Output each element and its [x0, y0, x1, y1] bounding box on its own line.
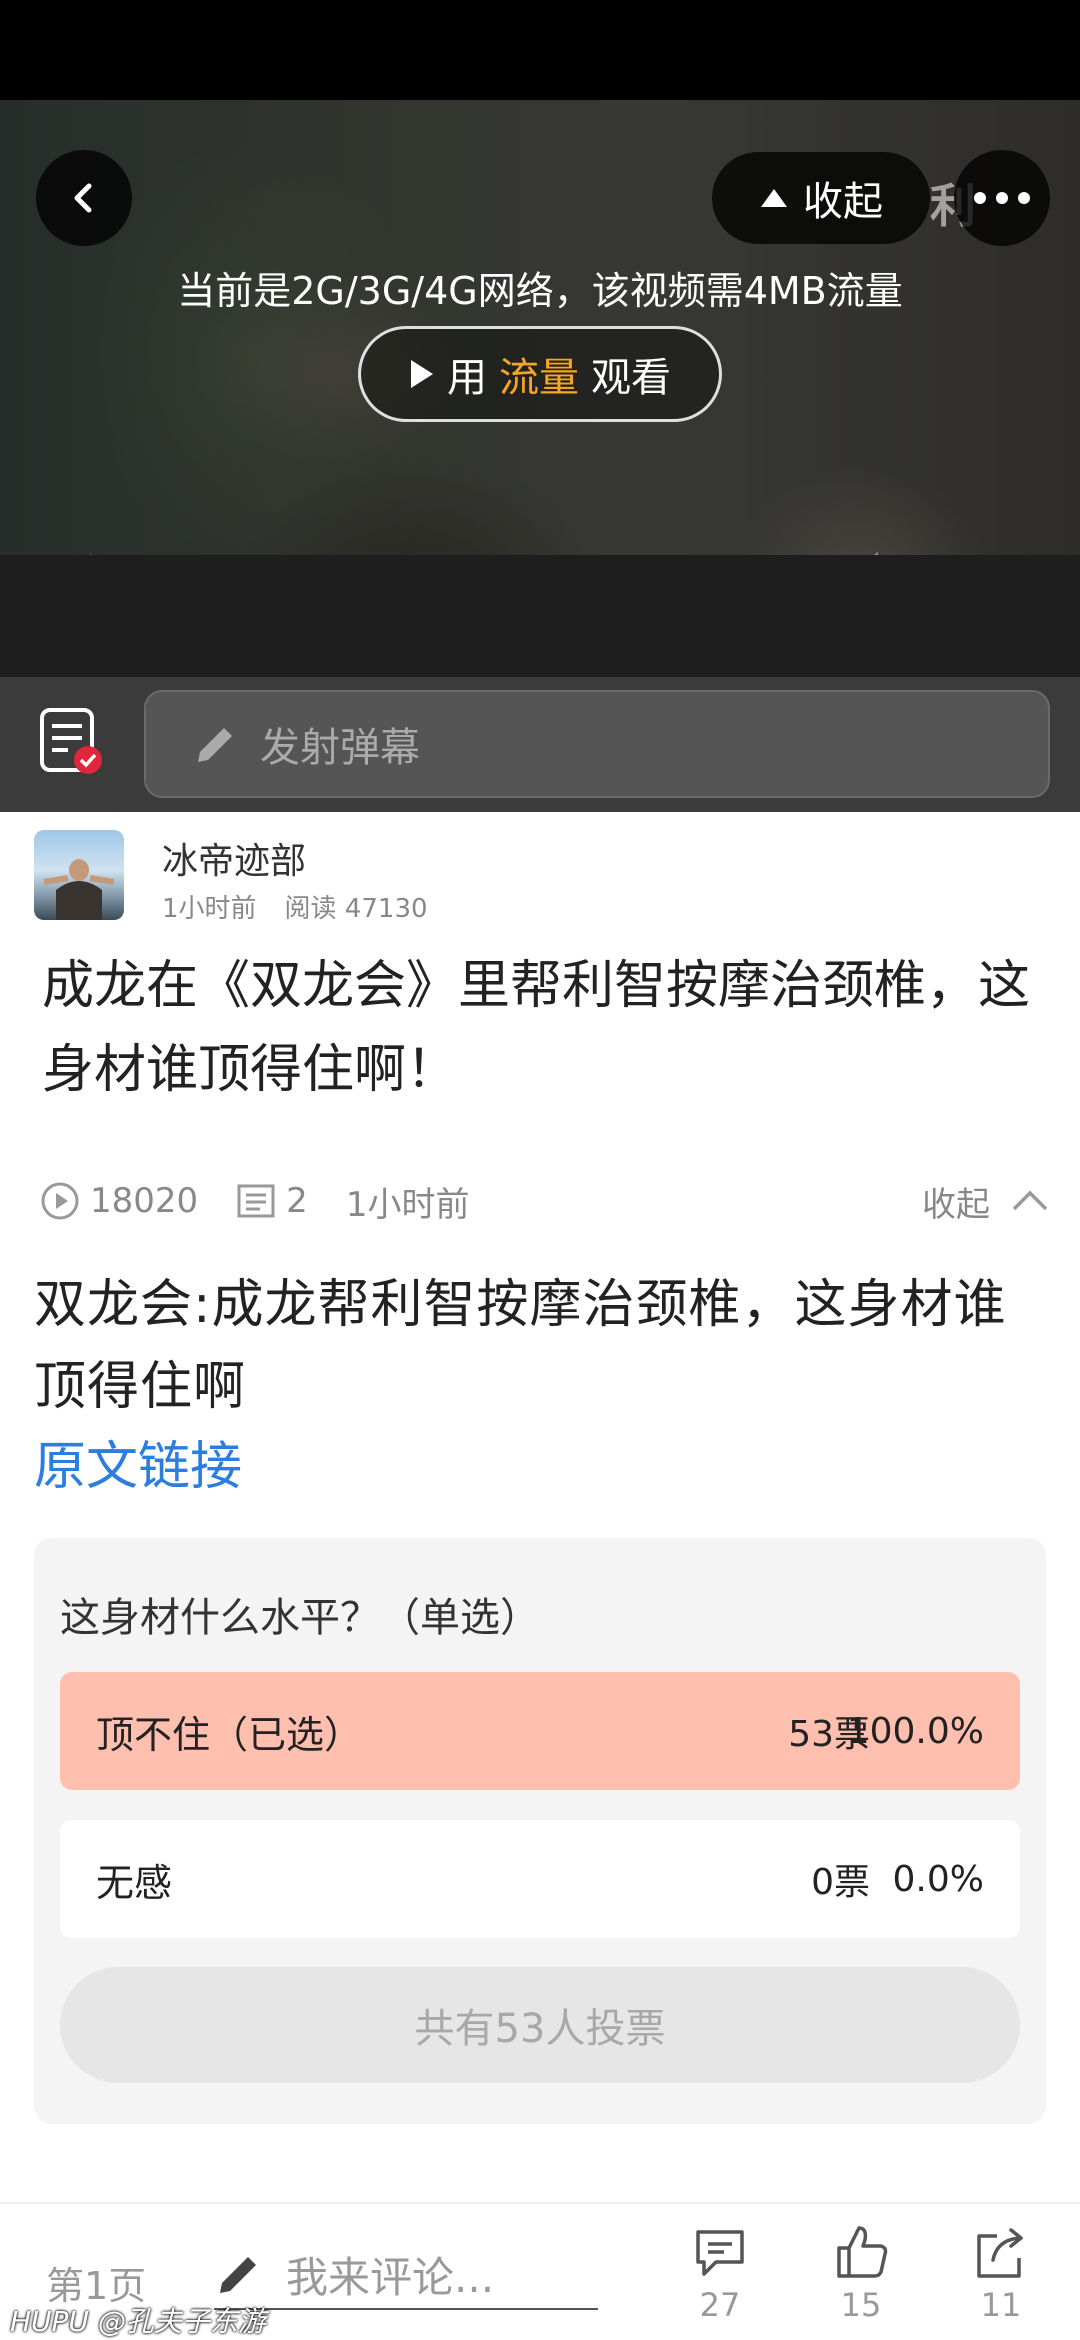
comment-bubble-icon [696, 2230, 744, 2276]
hupu-watermark: HUPU @孔夫子东游 [10, 2305, 266, 2338]
comment-count: 2 [236, 1181, 308, 1221]
video-stats-row: 18020 2 1小时前 收起 [40, 1176, 1050, 1226]
thumbs-up-icon [837, 2226, 888, 2278]
pencil-icon [198, 728, 232, 762]
watch-with-data-suffix: 观看 [591, 355, 671, 401]
comment-placeholder: 我来评论... [286, 2252, 495, 2302]
poll-option-votes: 0票 [811, 1862, 870, 1903]
watch-with-data-prefix: 用 [447, 355, 487, 401]
post-body: 双龙会:成龙帮利智按摩治颈椎，这身材谁顶得住啊 [34, 1275, 1007, 1417]
collapse-description-button[interactable]: 收起 [922, 1176, 1050, 1226]
play-count-value: 18020 [90, 1181, 199, 1221]
share-count: 11 [980, 2286, 1022, 2324]
list-icon [237, 1184, 275, 1218]
watch-with-data-button[interactable]: 用流量 观看 [358, 326, 722, 422]
watch-with-data-highlight: 流量 [499, 355, 579, 401]
comments-count: 27 [699, 2286, 741, 2324]
like-button[interactable]: 15 [811, 2222, 911, 2324]
poll-option-2[interactable]: 无感 0票 0.0% [60, 1820, 1020, 1938]
source-link[interactable]: 原文链接 [34, 1424, 242, 1499]
poll-question: 这身材什么水平？（单选） [60, 1595, 540, 1641]
video-bottom-band [0, 555, 1080, 677]
collapse-description-label: 收起 [922, 1184, 990, 1225]
more-dots-icon [974, 192, 1030, 204]
danmu-placeholder: 发射弹幕 [260, 725, 420, 771]
chevron-up-icon [1012, 1190, 1048, 1211]
video-time-value: 1小时前 [345, 1184, 470, 1225]
play-circle-icon [41, 1182, 79, 1220]
comment-input[interactable]: 我来评论... [214, 2240, 598, 2310]
triangle-up-icon [761, 189, 787, 207]
poll-option-label: 无感 [96, 1860, 173, 1905]
comments-button[interactable]: 27 [670, 2222, 770, 2324]
read-count: 阅读 47130 [284, 894, 428, 924]
status-bar [0, 0, 1080, 100]
share-icon [977, 2228, 1023, 2278]
post-title: 成龙在《双龙会》里帮利智按摩治颈椎，这身材谁顶得住啊！ [42, 956, 1031, 1100]
poll-option-1[interactable]: 顶不住（已选） 53票 100.0% [60, 1672, 1020, 1790]
back-button[interactable] [36, 150, 132, 246]
comment-count-value: 2 [286, 1181, 308, 1221]
more-options-button[interactable] [954, 150, 1050, 246]
play-count: 18020 [40, 1181, 198, 1221]
poll-option-label: 顶不住（已选） [96, 1712, 363, 1757]
network-notice: 当前是2G/3G/4G网络，该视频需4MB流量 [177, 269, 903, 313]
chevron-left-icon [74, 183, 92, 213]
danmu-input[interactable]: 发射弹幕 [144, 690, 1050, 798]
play-icon [411, 360, 433, 388]
poll-total-button: 共有53人投票 [60, 1967, 1020, 2083]
author-name[interactable]: 冰帝迹部 [162, 832, 306, 884]
poll-option-percent: 100.0% [846, 1710, 984, 1752]
like-count: 15 [840, 2286, 882, 2324]
poll-option-percent: 0.0% [892, 1858, 984, 1900]
avatar-image [43, 859, 115, 920]
collapse-video-button[interactable]: 收起 [712, 152, 930, 244]
share-button[interactable]: 11 [951, 2222, 1051, 2324]
collapse-video-label: 收起 [803, 179, 883, 225]
video-time: 1小时前 [346, 1177, 470, 1226]
author-meta: 1小时前 阅读 47130 [162, 888, 456, 925]
avatar[interactable] [34, 830, 124, 920]
post-time: 1小时前 [162, 894, 257, 924]
danmu-toggle-icon[interactable] [36, 706, 108, 778]
pencil-icon [220, 2257, 256, 2293]
